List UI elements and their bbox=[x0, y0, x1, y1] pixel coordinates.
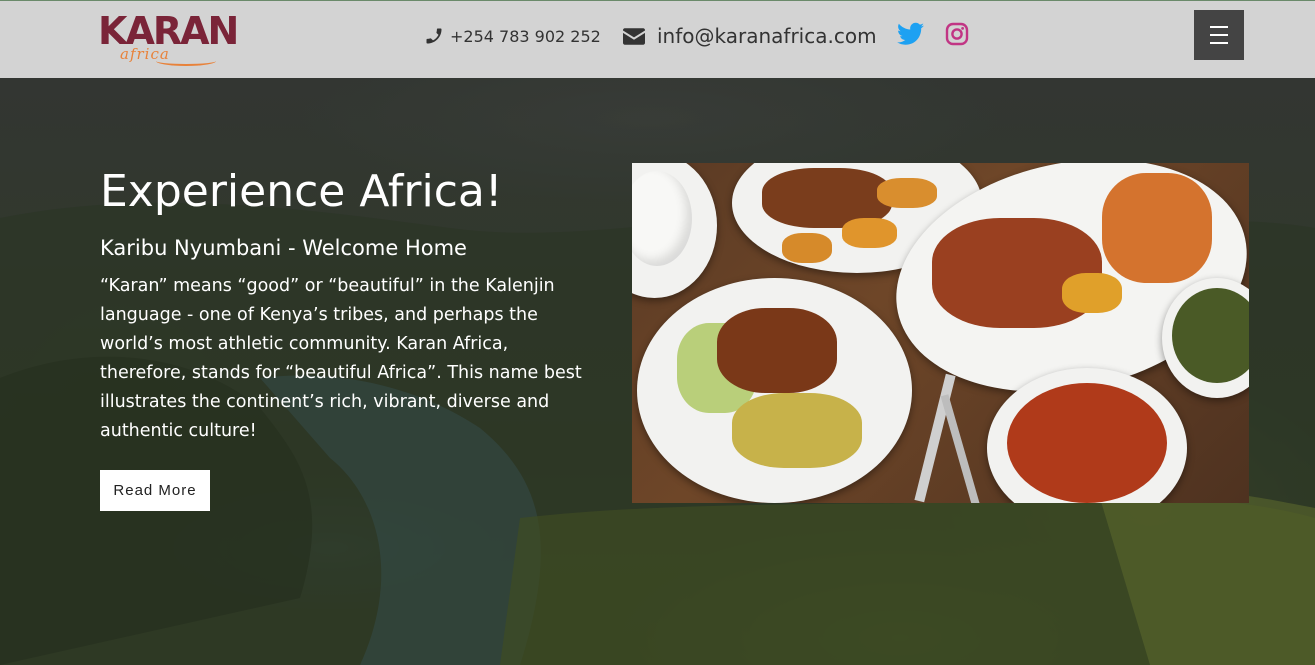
phone-icon bbox=[426, 28, 442, 44]
phone-number: +254 783 902 252 bbox=[450, 26, 601, 46]
hero-section: Experience Africa! Karibu Nyumbani - Wel… bbox=[0, 78, 1315, 665]
read-more-button[interactable]: Read More bbox=[100, 470, 210, 511]
hamburger-menu-icon bbox=[1210, 26, 1228, 28]
site-header: KARAN africa +254 783 902 252 info@karan… bbox=[0, 0, 1315, 78]
hero-title: Experience Africa! bbox=[100, 166, 503, 217]
header-phone[interactable]: +254 783 902 252 bbox=[424, 26, 601, 46]
african-food-image bbox=[632, 163, 1249, 503]
logo-subtext: africa bbox=[120, 45, 170, 63]
email-address: info@karanafrica.com bbox=[657, 24, 877, 48]
instagram-icon bbox=[945, 22, 969, 46]
hero-description: “Karan” means “good” or “beautiful” in t… bbox=[100, 276, 582, 441]
instagram-link[interactable] bbox=[945, 22, 969, 50]
hero-subtitle: Karibu Nyumbani - Welcome Home bbox=[100, 236, 467, 260]
twitter-icon bbox=[897, 22, 924, 45]
twitter-link[interactable] bbox=[897, 22, 924, 50]
envelope-icon bbox=[623, 27, 645, 45]
hamburger-menu-button[interactable] bbox=[1194, 10, 1244, 60]
karan-africa-logo[interactable]: KARAN africa bbox=[98, 12, 240, 72]
header-email[interactable]: info@karanafrica.com bbox=[623, 24, 877, 48]
